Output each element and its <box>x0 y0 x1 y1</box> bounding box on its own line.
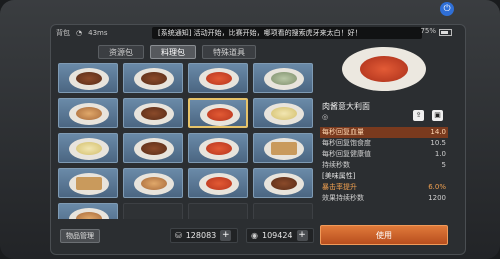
add-gem-button[interactable]: + <box>296 230 308 241</box>
inventory-slot[interactable] <box>58 63 118 93</box>
inventory-slot[interactable] <box>188 133 248 163</box>
item-name: 肉酱意大利面 <box>322 102 370 111</box>
status-bar: 背包 ◔ 43ms [系统通知] 活动开始，比赛开始，哪项看的搜索虎牙来太白！好… <box>52 26 464 40</box>
stat-value: 6.0% <box>428 183 446 191</box>
stat-row: 每秒回复健康值 1.0 <box>320 149 448 160</box>
network-latency: 43ms <box>88 29 108 37</box>
stat-row: 效果持续秒数 1200 <box>320 193 448 204</box>
wifi-icon: ◔ <box>76 29 83 37</box>
stat-row: 持续秒数 5 <box>320 160 448 171</box>
stat-row: 暴击率提升 6.0% <box>320 182 448 193</box>
inventory-slot[interactable] <box>123 63 183 93</box>
inventory-slot[interactable] <box>253 98 313 128</box>
inventory-slot[interactable] <box>123 203 183 219</box>
inventory-slot[interactable] <box>188 168 248 198</box>
currency-gold-value: 128083 <box>185 231 217 240</box>
inventory-slot[interactable] <box>253 168 313 198</box>
battery-percent: 75% <box>420 27 436 35</box>
item-stats: 每秒回复血量 14.0 每秒回复饱食度 10.5 每秒回复健康值 1.0 持续秒数 5 [美味属… <box>320 127 448 204</box>
tab-1[interactable]: 料理包 <box>150 45 196 59</box>
inventory-slot[interactable] <box>188 203 248 219</box>
stat-row: [美味属性] <box>320 171 448 182</box>
currency-gem: ◉ 109424 + <box>246 228 314 243</box>
inventory-slot[interactable] <box>123 168 183 198</box>
use-button[interactable]: 使用 <box>320 225 448 245</box>
share-icon[interactable]: ⇪ <box>413 110 424 121</box>
delete-icon[interactable]: ▣ <box>432 110 443 121</box>
item-manage-button[interactable]: 物品管理 <box>60 229 100 243</box>
announcement-marquee: [系统通知] 活动开始，比赛开始，哪项看的搜索虎牙来太白！好！ <box>152 27 422 39</box>
category-tabs: 资源包 料理包 特殊道具 <box>98 45 256 59</box>
info-icon: ◎ <box>322 113 329 121</box>
stat-value: 1.0 <box>434 150 446 158</box>
carrier-label: 背包 <box>56 29 70 37</box>
inventory-slot[interactable] <box>188 63 248 93</box>
inventory-slot[interactable] <box>253 63 313 93</box>
stat-label: 持续秒数 <box>322 161 350 169</box>
inventory-slot[interactable] <box>58 133 118 163</box>
item-preview-image <box>342 47 426 91</box>
item-detail-panel: 肉酱意大利面 ◎ ⇪ ▣ 每秒回复血量 14.0 每秒回复饱食度 10.5 每秒回复健康… <box>320 45 460 245</box>
inventory-slot[interactable] <box>58 203 118 219</box>
battery-icon <box>439 29 452 36</box>
stat-label: 每秒回复饱食度 <box>322 139 371 147</box>
inventory-slot[interactable] <box>123 133 183 163</box>
inventory-slot[interactable] <box>253 203 313 219</box>
add-gold-button[interactable]: + <box>220 230 232 241</box>
stat-value: 1200 <box>428 194 446 202</box>
item-grid <box>58 63 314 219</box>
inventory-slot[interactable] <box>188 98 248 128</box>
tab-2[interactable]: 特殊道具 <box>202 45 256 59</box>
inventory-slot[interactable] <box>123 98 183 128</box>
coin-icon: ⛁ <box>175 231 182 240</box>
power-icon[interactable]: ⏻ <box>440 2 454 16</box>
gem-icon: ◉ <box>251 231 258 240</box>
currency-gold: ⛁ 128083 + <box>170 228 238 243</box>
stat-value: 5 <box>441 161 446 169</box>
stat-label: 效果持续秒数 <box>322 194 364 202</box>
stat-label: 每秒回复健康值 <box>322 150 371 158</box>
tab-0[interactable]: 资源包 <box>98 45 144 59</box>
stat-value: 10.5 <box>430 139 446 147</box>
inventory-slot[interactable] <box>253 133 313 163</box>
stat-label: [美味属性] <box>322 172 356 180</box>
inventory-slot[interactable] <box>58 98 118 128</box>
stat-value: 14.0 <box>430 128 446 136</box>
inventory-slot[interactable] <box>58 168 118 198</box>
stat-label: 每秒回复血量 <box>322 128 364 136</box>
currency-gem-value: 109424 <box>261 231 293 240</box>
stat-row: 每秒回复血量 14.0 <box>320 127 448 138</box>
stat-label: 暴击率提升 <box>322 183 357 191</box>
stat-row: 每秒回复饱食度 10.5 <box>320 138 448 149</box>
